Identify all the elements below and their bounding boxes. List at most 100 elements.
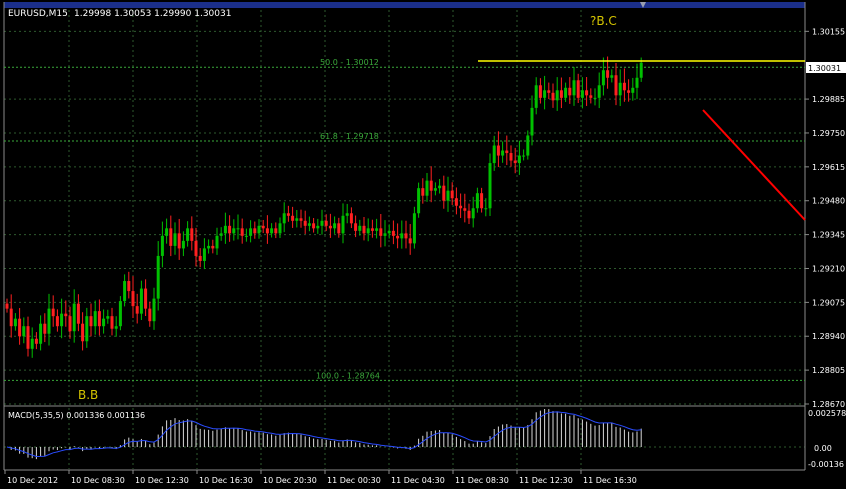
candle-body — [270, 228, 274, 234]
candle-body — [597, 85, 601, 98]
candle-body — [207, 245, 211, 249]
candle-body — [299, 218, 303, 221]
candle-body — [387, 230, 391, 234]
price-tick-label: 1.29480 — [812, 197, 845, 206]
candle-body — [513, 160, 517, 164]
candle-body — [278, 223, 282, 234]
macd-scale-zero: 0.00 — [814, 444, 832, 453]
candle-body — [169, 228, 173, 246]
wave-label-bottom: B.B — [78, 388, 98, 402]
candle-body — [13, 318, 17, 327]
candle-body — [383, 233, 387, 236]
candle-body — [522, 155, 526, 157]
candle-body — [408, 238, 412, 244]
candle-body — [320, 220, 324, 226]
candle-body — [517, 155, 521, 164]
candle-body — [446, 190, 450, 201]
time-tick-label: 10 Dec 2012 — [7, 476, 58, 485]
candle-body — [160, 235, 164, 256]
candle-body — [488, 163, 492, 209]
candle-body — [421, 188, 425, 196]
candle-body — [404, 233, 408, 239]
candle-body — [547, 90, 551, 93]
candle-body — [22, 326, 26, 337]
candle-body — [501, 150, 505, 156]
candle-body — [261, 225, 265, 229]
candle-body — [622, 82, 626, 91]
candle-body — [198, 255, 202, 261]
time-tick-label: 11 Dec 16:30 — [583, 476, 637, 485]
candle-body — [496, 145, 500, 156]
candle-body — [345, 213, 349, 216]
candle-body — [635, 77, 639, 88]
candle-body — [362, 225, 366, 234]
candle-body — [223, 225, 227, 234]
candle-body — [572, 80, 576, 96]
macd-scale-top: 0.002578 — [808, 409, 846, 418]
candle-body — [81, 323, 85, 342]
candle-body — [442, 185, 446, 201]
candle-body — [60, 313, 64, 327]
candle-body — [152, 298, 156, 322]
candle-body — [156, 255, 160, 299]
candle-body — [379, 228, 383, 236]
candle-body — [148, 308, 152, 322]
candle-body — [307, 223, 311, 226]
candle-body — [454, 198, 458, 206]
time-tick-label: 10 Dec 20:30 — [263, 476, 317, 485]
price-tick-label: 1.29885 — [812, 95, 845, 104]
candle-body — [51, 308, 55, 317]
candle-body — [555, 90, 559, 101]
candle-body — [412, 213, 416, 244]
candle-body — [375, 228, 379, 231]
candle-body — [564, 87, 568, 98]
candle-body — [341, 215, 345, 234]
candle-body — [282, 213, 286, 224]
candle-body — [127, 281, 131, 292]
candle-body — [610, 75, 614, 78]
candle-body — [530, 107, 534, 136]
candle-body — [463, 208, 467, 211]
candle-body — [211, 245, 215, 249]
time-tick-label: 10 Dec 08:30 — [71, 476, 125, 485]
candle-body — [303, 220, 307, 226]
candle-body — [450, 190, 454, 199]
price-tick-label: 1.29615 — [812, 163, 845, 172]
candle-body — [429, 180, 433, 191]
candle-body — [135, 306, 139, 314]
price-tick-label: 1.29210 — [812, 264, 845, 273]
candle-body — [467, 210, 471, 219]
ohlc-readout: 1.29998 1.30053 1.29990 1.30031 — [74, 9, 231, 19]
price-tick-label: 1.29750 — [812, 129, 845, 138]
candle-body — [328, 225, 332, 229]
candle-body — [68, 316, 72, 332]
candle-body — [215, 235, 219, 249]
candle-body — [173, 233, 177, 246]
candle-body — [106, 316, 110, 319]
candle-body — [295, 218, 299, 221]
candle-body — [274, 228, 278, 234]
price-tick-label: 1.30155 — [812, 27, 845, 36]
candle-body — [505, 150, 509, 154]
candle-body — [324, 220, 328, 226]
candle-body — [438, 185, 442, 189]
candle-body — [244, 235, 248, 237]
symbol-label: EURUSD,M15 — [8, 9, 68, 19]
candle-body — [580, 90, 584, 98]
candle-body — [55, 316, 59, 327]
candle-body — [568, 87, 572, 96]
chart-window[interactable]: 50.0 - 1.30012 61.8 - 1.29718 100.0 - 1.… — [0, 0, 846, 489]
candle-body — [181, 240, 185, 249]
candle-body — [631, 87, 635, 93]
candle-body — [433, 188, 437, 191]
candle-body — [480, 193, 484, 209]
candle-body — [417, 188, 421, 214]
candle-body — [358, 225, 362, 231]
candle-body — [118, 301, 122, 327]
header-bar — [4, 2, 805, 8]
candle-body — [43, 323, 47, 334]
candle-body — [400, 233, 404, 239]
wave-label-top: ?B.C — [590, 14, 617, 28]
candle-body — [85, 316, 89, 342]
candle-body — [333, 223, 337, 229]
